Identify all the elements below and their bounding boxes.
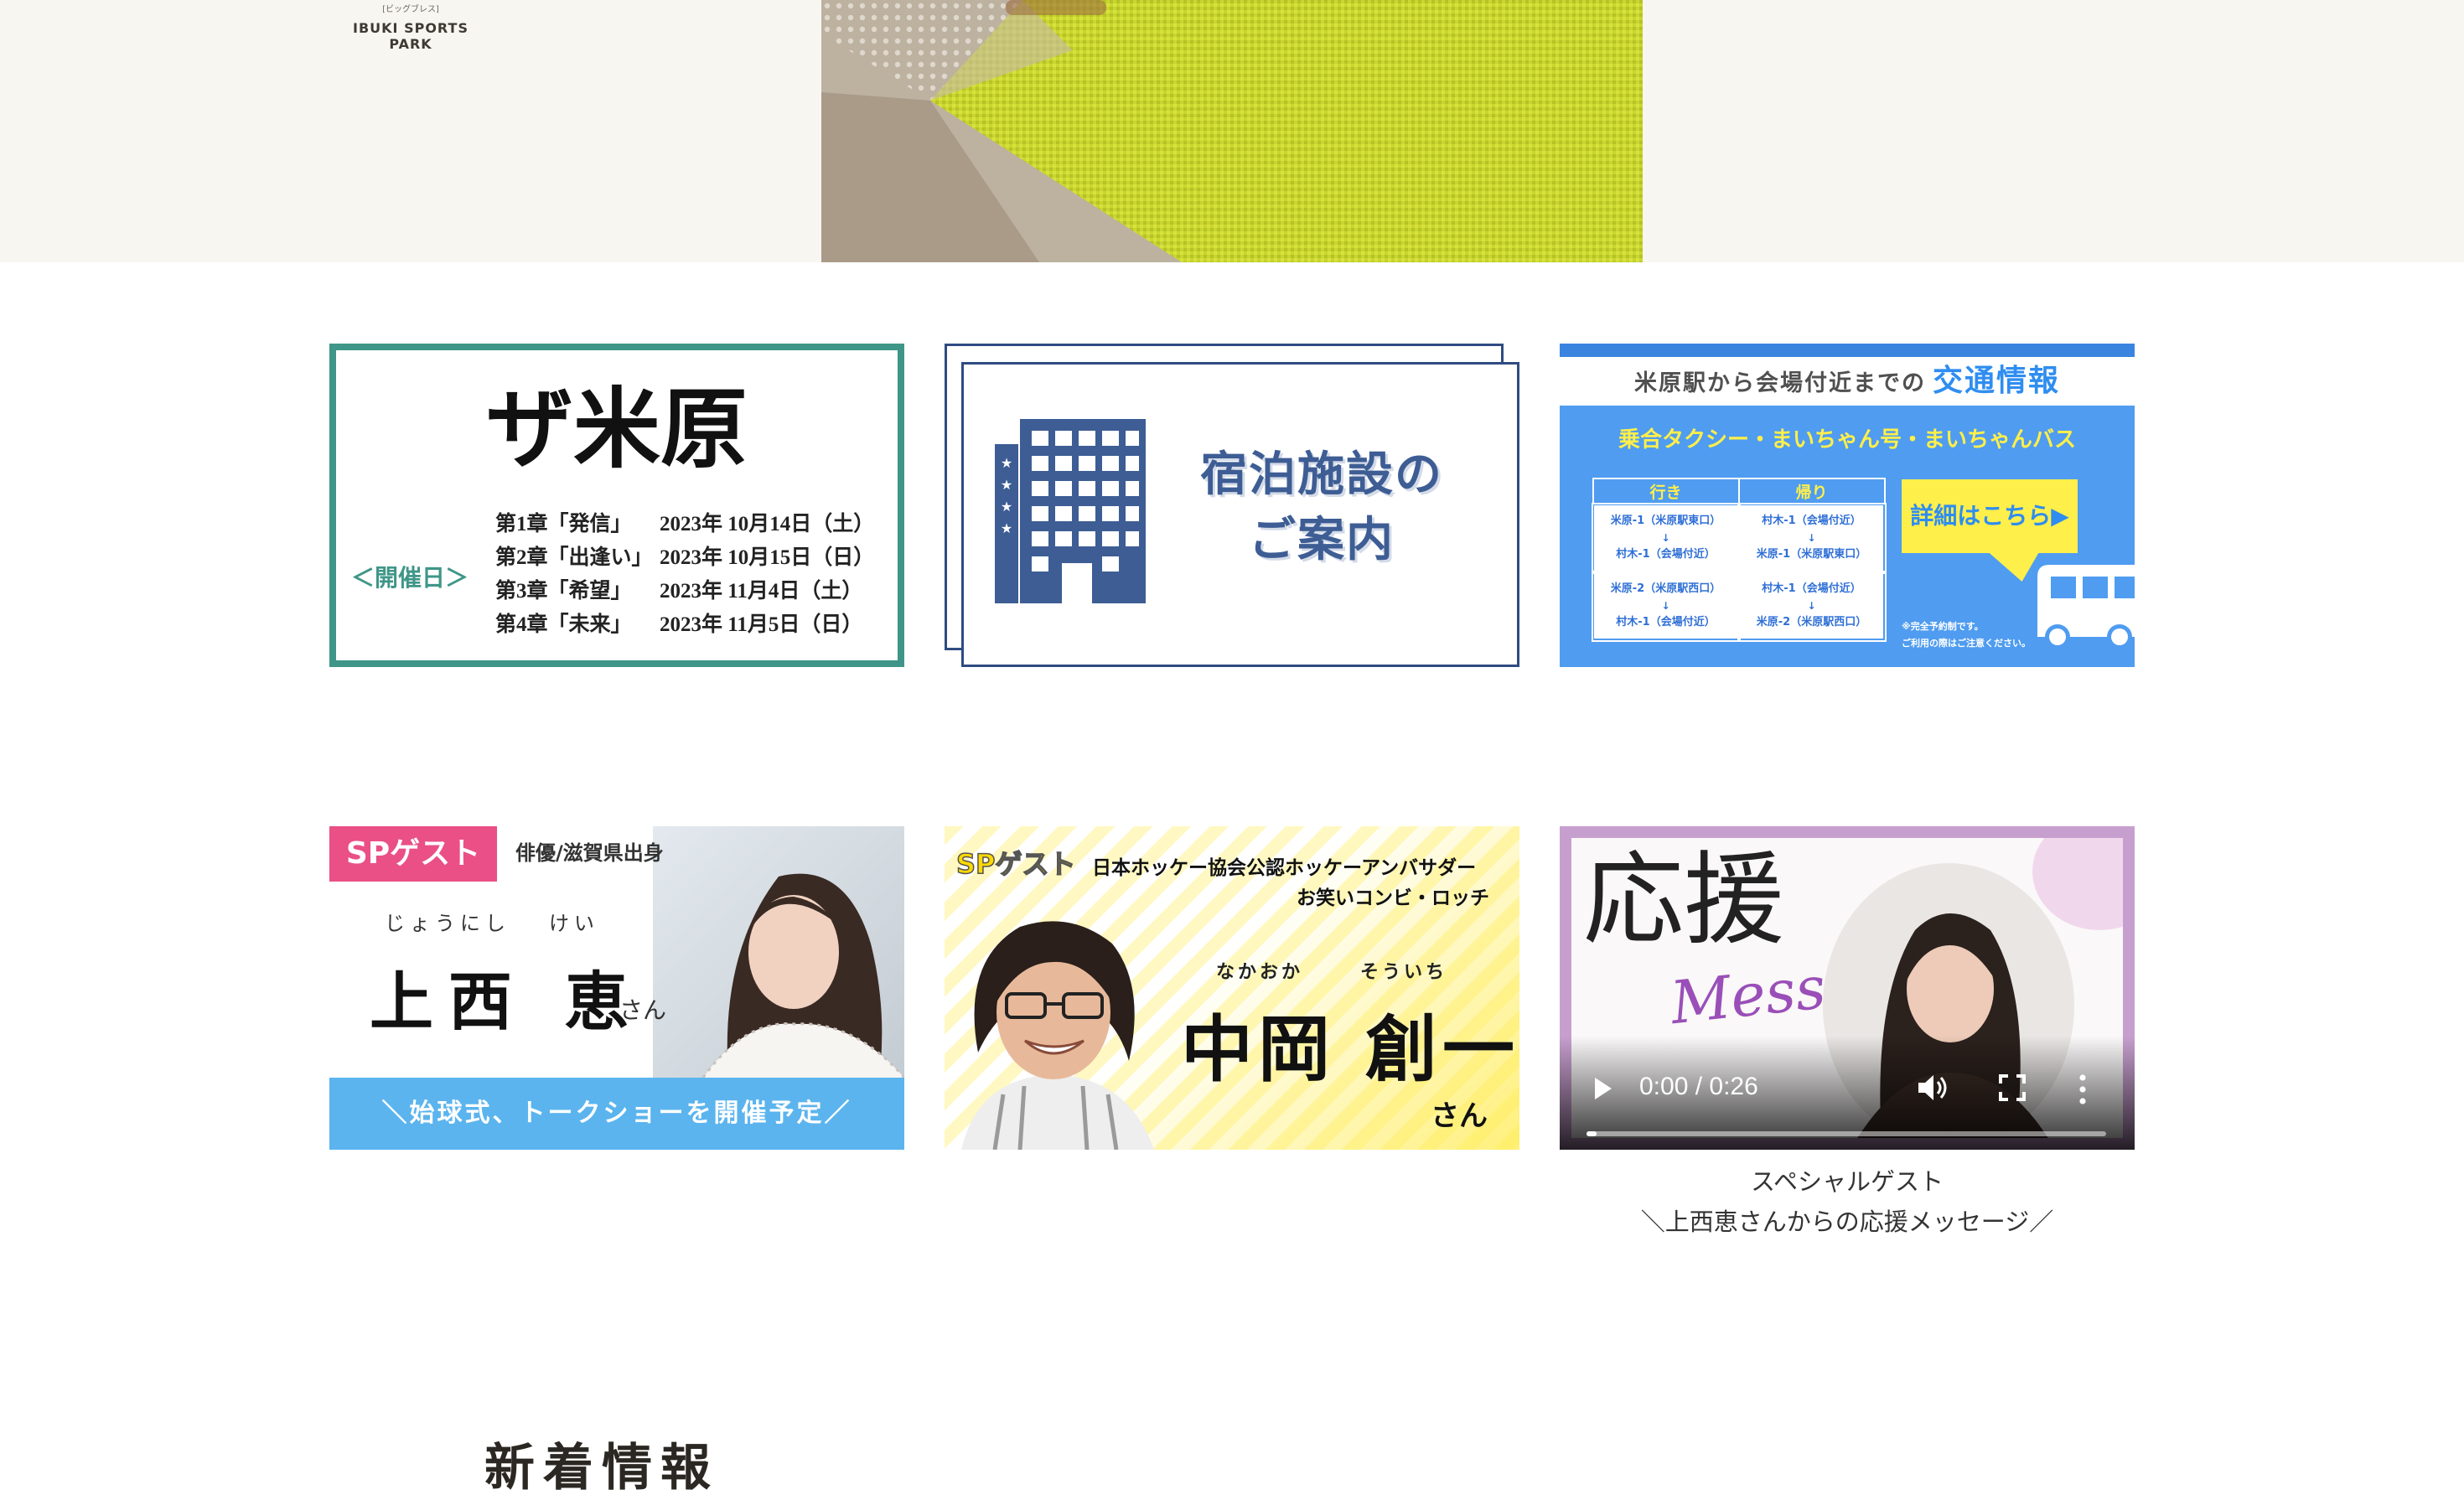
down-arrow-icon: ↓: [1807, 532, 1816, 544]
video-caption-line: スペシャルゲスト: [1751, 1167, 1944, 1196]
video-controls: 0:00 / 0:26: [1560, 1042, 2135, 1150]
traffic-header-prefix: 米原駅から会場付近までの: [1633, 370, 1926, 396]
chapter-date: 2023年 10月14日（土）: [660, 513, 875, 535]
hero-image: [821, 0, 1643, 262]
table-row: 米原-1（米原駅東口） ↓ 村木-1（会場付近） 村木-1（会場付近） ↓ 米原…: [1591, 502, 1887, 574]
guest-name-reading: じょうにし: [385, 912, 510, 935]
traffic-header-title: 交通情報: [1932, 364, 2060, 398]
route-destination: 村木-1（会場付近）: [1616, 548, 1716, 561]
venue-name: IBUKI SPORTS PARK: [353, 20, 468, 52]
sp-guest-badge: SPゲスト: [329, 826, 497, 882]
guest-name-reading: そういち: [1360, 962, 1448, 983]
volume-icon[interactable]: [1915, 1071, 1949, 1104]
video-title-kanji: 応援: [1583, 842, 1784, 959]
chapter-date: 2023年 11月4日（土）: [660, 580, 863, 603]
chapter-item: 第2章「出逢い」 2023年 10月15日（日）: [495, 541, 874, 575]
guest-photo: [961, 921, 1154, 1150]
svg-text:★: ★: [1001, 520, 1012, 536]
chapter-name: 第4章「未来」: [495, 613, 632, 636]
chapter-item: 第3章「希望」 2023年 11月4日（土）: [495, 575, 874, 608]
down-arrow-icon: ↓: [1661, 532, 1670, 544]
guest-photo: [653, 826, 904, 1078]
route-table: 行き 帰り 米原-1（米原駅東口） ↓ 村木-1（会場付近） 村木-1（会場付近…: [1591, 478, 1887, 642]
route-cell: 村木-1（会場付近） ↓ 米原-1（米原駅東口）: [1737, 502, 1887, 574]
venue-subtitle: [ビッグブレス]: [382, 5, 439, 14]
chapter-date: 2023年 10月15日（日）: [660, 546, 875, 569]
guest-name-reading: けい: [549, 912, 599, 935]
table-row: 米原-2（米原駅西口） ↓ 村木-1（会場付近） 村木-1（会場付近） ↓ 米原…: [1591, 570, 1887, 642]
guest-name: 上西 恵: [370, 965, 644, 1039]
guest-event-strip: ＼始球式、トークショーを開催予定／: [329, 1078, 904, 1150]
hero-illustration: [821, 0, 1643, 262]
guest-name-reading: なかおか: [1216, 962, 1304, 983]
traffic-notes: ※完全予約制です。 ご利用の際はご注意ください。: [1902, 618, 2031, 652]
fullscreen-icon[interactable]: [1997, 1073, 2027, 1103]
chapter-name: 第3章「希望」: [495, 580, 632, 603]
route-destination: 村木-1（会場付近）: [1616, 616, 1716, 628]
traffic-header: 米原駅から会場付近までの 交通情報: [1560, 357, 2135, 406]
down-arrow-icon: ↓: [1807, 600, 1816, 612]
video-progress-bar[interactable]: [1587, 1131, 2106, 1136]
lodging-title: 宿泊施設の ご案内: [1146, 442, 1498, 573]
outbound-column-header: 行き: [1592, 478, 1740, 505]
lodging-title-line1: 宿泊施設の: [1200, 447, 1443, 502]
guest-honorific: さん: [1431, 1099, 1488, 1133]
route-cell: 米原-1（米原駅東口） ↓ 村木-1（会場付近）: [1591, 502, 1741, 574]
the-maibara-logo: ザ米原: [486, 377, 748, 480]
guest-honorific: さん: [619, 996, 667, 1024]
route-destination: 米原-2（米原駅西口）: [1756, 616, 1867, 628]
chapter-name: 第1章「発信」: [495, 513, 632, 535]
news-section-heading: 新着情報: [484, 1439, 719, 1497]
svg-text:★: ★: [1001, 455, 1012, 471]
route-origin: 米原-2（米原駅西口）: [1610, 582, 1721, 595]
chapter-date: 2023年 11月5日（日）: [660, 613, 863, 636]
the-maibara-banner[interactable]: ザ米原 ＜開催日＞ 第1章「発信」 2023年 10月14日（土） 第2章「出逢い…: [329, 344, 904, 667]
guest-name: 中岡 創一: [1181, 1008, 1519, 1092]
guest-role: 俳優/滋賀県出身: [515, 841, 664, 865]
chapter-name: 第2章「出逢い」: [495, 546, 653, 569]
chapter-list: 第1章「発信」 2023年 10月14日（土） 第2章「出逢い」 2023年 10月…: [495, 508, 874, 642]
details-button[interactable]: 詳細はこちら▶: [1902, 479, 2078, 553]
guest-role: お笑いコンビ・ロッチ: [1297, 887, 1489, 909]
traffic-note: ※完全予約制です。: [1902, 621, 1984, 632]
traffic-topbar: [1560, 344, 2135, 357]
special-guest-banner-nakaoka[interactable]: SPゲスト 日本ホッケー協会公認ホッケーアンバサダー お笑いコンビ・ロッチ なか…: [945, 826, 1519, 1150]
svg-text:★: ★: [1001, 499, 1012, 515]
video-caption: スペシャルゲスト ＼上西恵さんからの応援メッセージ／: [1560, 1161, 2135, 1242]
traffic-subtitle: 乗合タクシー・まいちゃん号・まいちゃんバス: [1618, 427, 2076, 453]
sp-guest-badge: SPゲスト: [955, 847, 1076, 881]
traffic-note: ご利用の際はご注意ください。: [1902, 638, 2031, 649]
lodging-banner[interactable]: ★ ★ ★ ★ 宿泊施設の ご案内: [945, 344, 1519, 667]
event-date-label: ＜開催日＞: [351, 566, 469, 592]
video-progress-fill: [1587, 1131, 1597, 1136]
chapter-item: 第1章「発信」 2023年 10月14日（土）: [495, 508, 874, 541]
play-icon[interactable]: [1595, 1078, 1612, 1099]
cheer-message-video[interactable]: 応援 Message 0:00 / 0:26: [1560, 826, 2135, 1150]
lodging-title-line2: ご案内: [1249, 513, 1395, 567]
chapter-item: 第4章「未来」 2023年 11月5日（日）: [495, 608, 874, 642]
route-origin: 米原-1（米原駅東口）: [1610, 515, 1721, 527]
route-origin: 村木-1（会場付近）: [1762, 582, 1861, 595]
route-origin: 村木-1（会場付近）: [1762, 515, 1861, 527]
bus-icon: [2037, 565, 2135, 649]
building-icon: ★ ★ ★ ★: [995, 419, 1146, 603]
more-icon[interactable]: [2074, 1073, 2091, 1106]
guest-role: 日本ホッケー協会公認ホッケーアンバサダー: [1092, 857, 1477, 879]
the-maibara-logo-text: ザ米原: [486, 377, 748, 480]
video-caption-line: ＼上西恵さんからの応援メッセージ／: [1640, 1208, 2054, 1236]
traffic-info-banner[interactable]: 米原駅から会場付近までの 交通情報 乗合タクシー・まいちゃん号・まいちゃんバス 行…: [1560, 344, 2135, 667]
special-guest-banner-kamonishi[interactable]: SPゲスト 俳優/滋賀県出身 じょうにし けい 上西 恵 さん ＼始球式、トーク…: [329, 826, 904, 1150]
route-destination: 米原-1（米原駅東口）: [1756, 548, 1867, 561]
route-cell: 米原-2（米原駅西口） ↓ 村木-1（会場付近）: [1591, 570, 1741, 642]
route-table-header: 行き 帰り: [1592, 478, 1886, 505]
return-column-header: 帰り: [1737, 478, 1886, 505]
svg-text:★: ★: [1001, 477, 1012, 493]
video-time: 0:00 / 0:26: [1639, 1073, 1758, 1100]
route-cell: 村木-1（会場付近） ↓ 米原-2（米原駅西口）: [1737, 570, 1887, 642]
down-arrow-icon: ↓: [1661, 600, 1670, 612]
